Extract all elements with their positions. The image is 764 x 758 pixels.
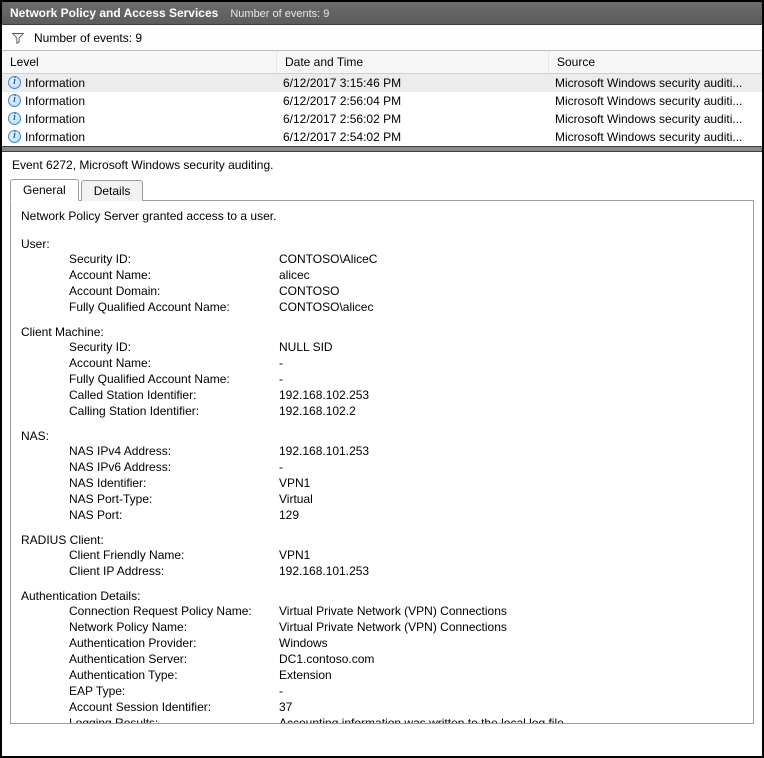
- kv-row: NAS IPv6 Address:-: [69, 459, 743, 475]
- cell-source: Microsoft Windows security auditi...: [549, 130, 762, 144]
- kv-row: Client Friendly Name:VPN1: [69, 547, 743, 563]
- kv-row: Logging Results:Accounting information w…: [69, 715, 743, 724]
- cell-date: 6/12/2017 2:56:04 PM: [277, 94, 549, 108]
- section-user: Security ID:CONTOSO\AliceC Account Name:…: [21, 251, 743, 315]
- cell-level: Information: [25, 76, 85, 90]
- section-client-title: Client Machine:: [21, 325, 743, 339]
- filter-icon[interactable]: [12, 32, 24, 44]
- cell-date: 6/12/2017 3:15:46 PM: [277, 76, 549, 90]
- kv-row: Connection Request Policy Name:Virtual P…: [69, 603, 743, 619]
- event-message: Network Policy Server granted access to …: [21, 209, 743, 223]
- kv-row: Client IP Address:192.168.101.253: [69, 563, 743, 579]
- kv-row: Calling Station Identifier:192.168.102.2: [69, 403, 743, 419]
- info-icon: [8, 130, 21, 143]
- event-row[interactable]: Information 6/12/2017 2:54:02 PM Microso…: [2, 128, 762, 146]
- cell-source: Microsoft Windows security auditi...: [549, 112, 762, 126]
- cell-date: 6/12/2017 2:54:02 PM: [277, 130, 549, 144]
- kv-row: Account Session Identifier:37: [69, 699, 743, 715]
- section-auth-title: Authentication Details:: [21, 589, 743, 603]
- kv-row: Authentication Server:DC1.contoso.com: [69, 651, 743, 667]
- kv-row: Account Name:alicec: [69, 267, 743, 283]
- col-header-source[interactable]: Source: [549, 51, 762, 73]
- kv-row: Called Station Identifier:192.168.102.25…: [69, 387, 743, 403]
- section-client: Security ID:NULL SID Account Name:- Full…: [21, 339, 743, 419]
- cell-level: Information: [25, 94, 85, 108]
- kv-row: NAS Identifier:VPN1: [69, 475, 743, 491]
- cell-level: Information: [25, 112, 85, 126]
- section-radius-title: RADIUS Client:: [21, 533, 743, 547]
- kv-row: Account Domain:CONTOSO: [69, 283, 743, 299]
- kv-row: Security ID:CONTOSO\AliceC: [69, 251, 743, 267]
- kv-row: Network Policy Name:Virtual Private Netw…: [69, 619, 743, 635]
- filter-text: Number of events: 9: [34, 31, 142, 45]
- col-header-level[interactable]: Level: [2, 51, 277, 73]
- event-summary-header: Event 6272, Microsoft Windows security a…: [2, 152, 762, 176]
- info-icon: [8, 112, 21, 125]
- kv-row: EAP Type:-: [69, 683, 743, 699]
- window-titlebar: Network Policy and Access Services Numbe…: [2, 2, 762, 25]
- col-header-date[interactable]: Date and Time: [277, 51, 549, 73]
- kv-row: NAS Port:129: [69, 507, 743, 523]
- event-tabs: General Details: [2, 179, 762, 201]
- kv-row: NAS IPv4 Address:192.168.101.253: [69, 443, 743, 459]
- section-nas-title: NAS:: [21, 429, 743, 443]
- kv-row: Account Name:-: [69, 355, 743, 371]
- event-row[interactable]: Information 6/12/2017 2:56:04 PM Microso…: [2, 92, 762, 110]
- kv-row: Fully Qualified Account Name:-: [69, 371, 743, 387]
- kv-row: NAS Port-Type:Virtual: [69, 491, 743, 507]
- cell-source: Microsoft Windows security auditi...: [549, 94, 762, 108]
- event-details-panel: Network Policy Server granted access to …: [10, 200, 754, 724]
- cell-date: 6/12/2017 2:56:02 PM: [277, 112, 549, 126]
- kv-row: Authentication Provider:Windows: [69, 635, 743, 651]
- event-grid-header: Level Date and Time Source: [2, 51, 762, 74]
- section-radius: Client Friendly Name:VPN1 Client IP Addr…: [21, 547, 743, 579]
- info-icon: [8, 94, 21, 107]
- tab-general[interactable]: General: [10, 179, 79, 201]
- event-grid-body[interactable]: Information 6/12/2017 3:15:46 PM Microso…: [2, 74, 762, 146]
- window-subtitle: Number of events: 9: [230, 8, 329, 20]
- section-auth: Connection Request Policy Name:Virtual P…: [21, 603, 743, 724]
- tab-details[interactable]: Details: [81, 180, 144, 201]
- kv-row: Security ID:NULL SID: [69, 339, 743, 355]
- cell-level: Information: [25, 130, 85, 144]
- filter-bar: Number of events: 9: [2, 25, 762, 51]
- kv-row: Fully Qualified Account Name:CONTOSO\ali…: [69, 299, 743, 315]
- section-nas: NAS IPv4 Address:192.168.101.253 NAS IPv…: [21, 443, 743, 523]
- event-row[interactable]: Information 6/12/2017 2:56:02 PM Microso…: [2, 110, 762, 128]
- event-row[interactable]: Information 6/12/2017 3:15:46 PM Microso…: [2, 74, 762, 92]
- info-icon: [8, 76, 21, 89]
- section-user-title: User:: [21, 237, 743, 251]
- kv-row: Authentication Type:Extension: [69, 667, 743, 683]
- cell-source: Microsoft Windows security auditi...: [549, 76, 762, 90]
- window-title: Network Policy and Access Services: [10, 6, 218, 20]
